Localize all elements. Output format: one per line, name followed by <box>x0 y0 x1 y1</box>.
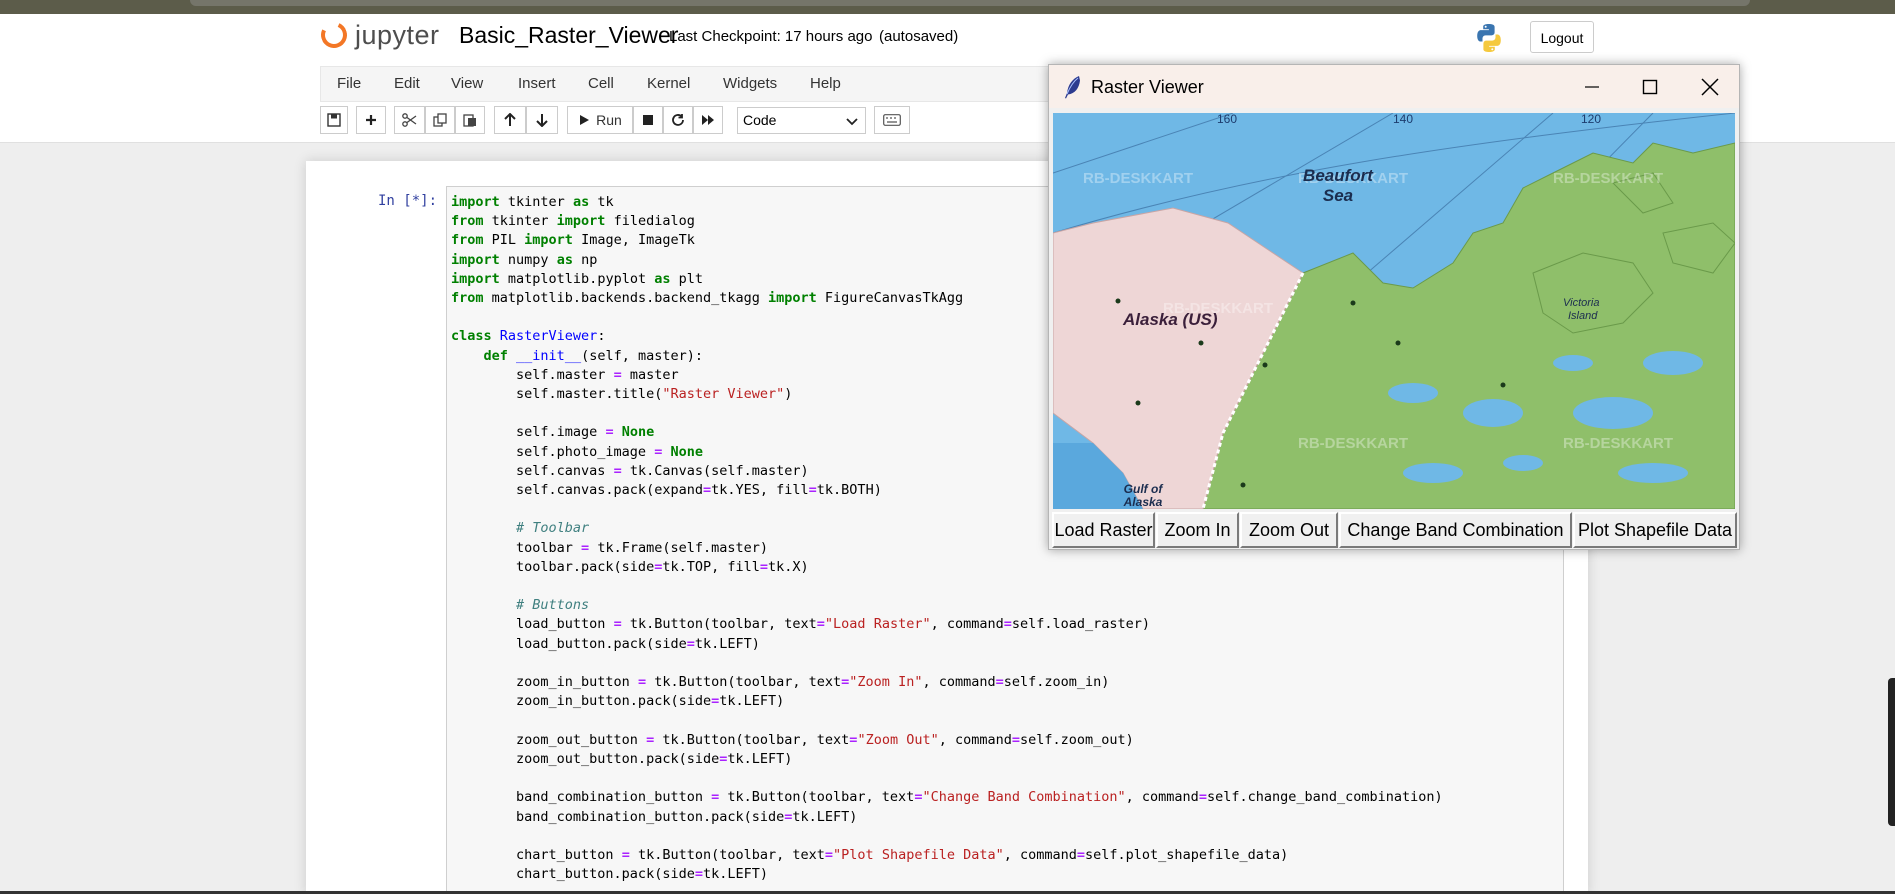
map-label-island: Island <box>1568 310 1598 322</box>
move-down-button[interactable] <box>526 106 558 134</box>
checkpoint-status: Last Checkpoint: 17 hours ago <box>669 28 873 45</box>
jupyter-logo[interactable]: jupyter <box>317 18 461 54</box>
menu-widgets[interactable]: Widgets <box>723 75 777 92</box>
map-label-sea: Sea <box>1323 186 1353 205</box>
restart-kernel-button[interactable] <box>663 106 693 134</box>
map-label-gulf: Gulf of <box>1124 482 1164 496</box>
map-label-victoria: Victoria <box>1563 297 1599 309</box>
menu-help[interactable]: Help <box>810 75 841 92</box>
restart-run-all-button[interactable] <box>693 106 723 134</box>
close-button[interactable] <box>1681 65 1739 108</box>
menu-insert[interactable]: Insert <box>518 75 556 92</box>
menu-view[interactable]: View <box>451 75 483 92</box>
keyboard-icon <box>883 114 901 126</box>
minimize-button[interactable] <box>1563 65 1621 108</box>
run-button[interactable]: Run <box>567 106 633 134</box>
maximize-icon <box>1642 79 1658 94</box>
map-label-beaufort: Beaufort <box>1303 166 1374 185</box>
jupyter-logo-text: jupyter <box>355 20 440 50</box>
fast-forward-icon <box>702 115 714 125</box>
map-label-gulf-alaska: Alaska <box>1123 495 1163 509</box>
python-logo-icon <box>1473 22 1505 54</box>
interrupt-kernel-button[interactable] <box>633 106 663 134</box>
command-palette-button[interactable] <box>874 106 910 134</box>
cell-type-value: Code <box>743 112 777 128</box>
insert-cell-button[interactable] <box>356 106 386 134</box>
autosave-status: (autosaved) <box>879 28 959 45</box>
menu-cell[interactable]: Cell <box>588 75 614 92</box>
arrow-up-icon <box>504 113 516 126</box>
load-raster-button[interactable]: Load Raster <box>1052 512 1155 548</box>
refresh-icon <box>672 114 684 126</box>
move-up-button[interactable] <box>494 106 526 134</box>
paste-icon <box>463 114 476 127</box>
watermark-5: RB-DESKKART <box>1298 435 1408 452</box>
copy-button[interactable] <box>425 106 455 134</box>
notebook-name[interactable]: Basic_Raster_Viewer <box>459 22 678 49</box>
logout-button[interactable]: Logout <box>1530 21 1594 53</box>
watermark-6: RB-DESKKART <box>1563 435 1673 452</box>
stop-icon <box>643 115 653 125</box>
watermark-1: RB-DESKKART <box>1083 170 1193 187</box>
arrow-down-icon <box>536 114 548 127</box>
zoom-out-button[interactable]: Zoom Out <box>1240 512 1338 548</box>
cut-button[interactable] <box>394 106 425 134</box>
menu-kernel[interactable]: Kernel <box>647 75 690 92</box>
paste-button[interactable] <box>455 106 485 134</box>
window-titlebar[interactable]: Raster Viewer <box>1049 65 1739 108</box>
save-button[interactable] <box>320 106 348 134</box>
longitude-label-120: 120 <box>1581 113 1601 126</box>
plot-shapefile-data-button[interactable]: Plot Shapefile Data <box>1573 512 1737 548</box>
zoom-in-button[interactable]: Zoom In <box>1156 512 1239 548</box>
plus-icon <box>366 115 376 125</box>
jupyter-logo-icon <box>317 18 351 52</box>
minimize-icon <box>1585 85 1599 88</box>
change-band-combination-button[interactable]: Change Band Combination <box>1339 512 1572 548</box>
menu-file[interactable]: File <box>337 75 361 92</box>
menu-edit[interactable]: Edit <box>394 75 420 92</box>
longitude-label-160: 160 <box>1217 113 1237 126</box>
chevron-down-icon <box>846 118 858 126</box>
longitude-label-140: 140 <box>1393 113 1413 126</box>
maximize-button[interactable] <box>1621 65 1679 108</box>
save-icon <box>327 113 341 127</box>
window-title: Raster Viewer <box>1091 77 1204 97</box>
run-label: Run <box>596 112 622 128</box>
close-icon <box>1701 77 1719 96</box>
scissors-icon <box>402 113 417 127</box>
watermark-3: RB-DESKKART <box>1553 170 1663 187</box>
side-widget-edge <box>1888 678 1895 826</box>
browser-tab-pill <box>190 0 1750 6</box>
copy-icon <box>433 113 447 127</box>
cell-type-select[interactable]: Code <box>737 107 866 134</box>
cell-prompt: In [*]: <box>378 193 438 209</box>
tk-feather-icon <box>1065 76 1080 99</box>
raster-canvas[interactable]: 160 140 120 RB-DESKKART RB-DESKKART RB-D… <box>1053 113 1735 509</box>
browser-top-strip <box>0 0 1895 14</box>
map-label-alaska: Alaska (US) <box>1122 310 1218 329</box>
play-icon <box>580 115 590 125</box>
raster-viewer-window: Raster Viewer 160 140 120 RB-DESKKART RB… <box>1048 64 1740 550</box>
